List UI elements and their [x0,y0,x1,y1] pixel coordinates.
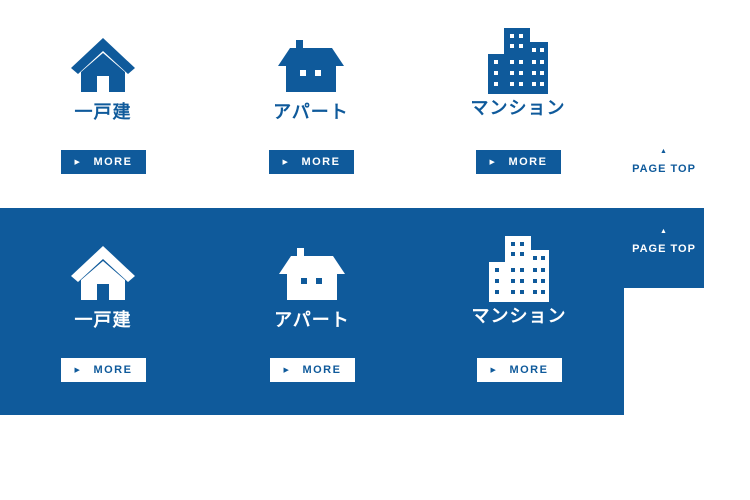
more-button-house[interactable]: ▶ MORE [61,358,146,382]
play-icon: ▶ [282,159,290,166]
mansion-building-icon [489,236,549,302]
page-top-link-light[interactable]: ▲ PAGE TOP [624,148,704,175]
house-icon [71,246,135,300]
more-button-house[interactable]: ▶ MORE [61,150,146,174]
play-icon: ▶ [490,367,498,374]
house-icon [71,38,135,92]
more-button-apartment[interactable]: ▶ MORE [270,358,355,382]
category-apartment[interactable]: アパート [252,244,372,332]
apartment-icon [279,248,345,300]
more-label: MORE [302,364,342,376]
more-button-apartment[interactable]: ▶ MORE [269,150,354,174]
play-icon: ▶ [74,159,82,166]
category-label: マンション [471,306,567,326]
category-label: マンション [470,98,566,118]
page-top-link-dark[interactable]: ▲ PAGE TOP [624,228,704,255]
category-house[interactable]: 一戸建 [43,244,163,332]
play-icon: ▶ [74,367,82,374]
up-arrow-icon: ▲ [660,148,668,155]
more-label: MORE [508,156,548,168]
page-top-label: PAGE TOP [632,243,696,255]
category-house[interactable]: 一戸建 [43,36,163,124]
more-label: MORE [301,156,341,168]
up-arrow-icon: ▲ [660,228,668,235]
category-mansion[interactable]: マンション [458,28,578,120]
category-label: アパート [274,310,350,330]
apartment-icon [278,40,344,92]
category-label: アパート [273,102,349,122]
category-mansion[interactable]: マンション [459,236,579,328]
category-apartment[interactable]: アパート [251,36,371,124]
page-top-label: PAGE TOP [632,163,696,175]
mansion-building-icon [488,28,548,94]
category-label: 一戸建 [74,310,132,330]
more-button-mansion[interactable]: ▶ MORE [476,150,561,174]
more-label: MORE [509,364,549,376]
more-label: MORE [93,156,133,168]
category-label: 一戸建 [74,102,132,122]
more-label: MORE [93,364,133,376]
play-icon: ▶ [283,367,291,374]
more-button-mansion[interactable]: ▶ MORE [477,358,562,382]
play-icon: ▶ [489,159,497,166]
